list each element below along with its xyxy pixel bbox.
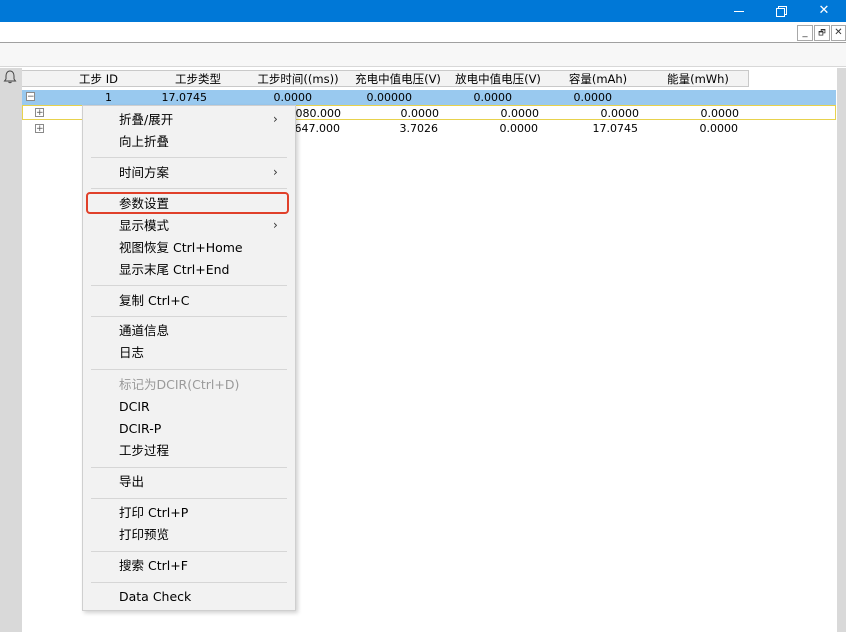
menu-item-copy[interactable]: 复制 Ctrl+C (119, 292, 189, 310)
submenu-arrow-icon: › (273, 218, 278, 232)
cell-capacity: 0.0000 (573, 91, 613, 104)
column-header-discharge-voltage[interactable]: 放电中值电压(V) (448, 70, 549, 87)
cell-step-time: 0.0000 (273, 91, 313, 104)
collapse-icon[interactable]: − (26, 92, 35, 102)
menu-item-channel-info[interactable]: 通道信息 (119, 322, 169, 340)
cell-charge-voltage: 0.0000 (400, 107, 440, 120)
column-header-charge-voltage[interactable]: 充电中值电压(V) (348, 70, 449, 87)
close-icon: ✕ (818, 3, 830, 18)
menu-item-step-process[interactable]: 工步过程 (119, 442, 169, 460)
cell-discharge-voltage: 0.0000 (500, 107, 540, 120)
mdi-restore-button[interactable]: 🗗 (814, 25, 830, 41)
toolbar-strip-secondary (0, 43, 846, 67)
cell-charge-voltage: 0.00000 (366, 91, 413, 104)
close-button[interactable]: ✕ (801, 0, 846, 22)
menu-item-export[interactable]: 导出 (119, 473, 144, 491)
right-edge (837, 68, 846, 632)
cell-capacity: 17.0745 (592, 122, 639, 135)
menu-item-data-check[interactable]: Data Check (119, 588, 191, 606)
menu-item-fold-expand[interactable]: 折叠/展开 (119, 111, 173, 129)
cell-discharge-voltage: 0.0000 (473, 91, 513, 104)
menu-item-search[interactable]: 搜索 Ctrl+F (119, 557, 188, 575)
mdi-close-button[interactable]: ✕ (831, 25, 846, 41)
mdi-minimize-button[interactable]: _ (797, 25, 813, 41)
highlight-box (86, 192, 289, 214)
restore-icon-front (776, 8, 785, 17)
menu-separator (91, 188, 287, 189)
cell-energy: 0.0000 (699, 122, 739, 135)
cell-energy (652, 90, 712, 105)
menu-separator (91, 157, 287, 158)
expand-icon[interactable]: + (35, 124, 44, 134)
cell-step-id: 1 (105, 91, 112, 104)
menu-separator (91, 582, 287, 583)
table-row[interactable]: − 1 17.0745 0.0000 0.00000 0.0000 0.0000 (22, 90, 836, 105)
header-corner (22, 70, 50, 87)
context-menu: 折叠/展开 › 向上折叠 时间方案 › 参数设置 显示模式 › 视图恢复 Ctr… (82, 105, 296, 611)
menu-item-mark-dcir: 标记为DCIR(Ctrl+D) (119, 377, 240, 392)
column-header-step-type[interactable]: 工步类型 (148, 70, 249, 87)
menu-separator (91, 369, 287, 370)
column-header-capacity[interactable]: 容量(mAh) (548, 70, 649, 87)
menu-separator (91, 498, 287, 499)
mdi-restore-icon: 🗗 (818, 28, 826, 37)
minimize-icon (734, 11, 744, 12)
menu-item-fold-up[interactable]: 向上折叠 (119, 133, 169, 151)
title-bar: ✕ (0, 0, 846, 22)
menu-separator (91, 316, 287, 317)
toolbar-strip (0, 22, 846, 43)
menu-item-view-restore[interactable]: 视图恢复 Ctrl+Home (119, 239, 243, 257)
mdi-minimize-icon: _ (802, 27, 808, 38)
menu-item-dcir[interactable]: DCIR (119, 398, 150, 416)
menu-item-print[interactable]: 打印 Ctrl+P (119, 504, 188, 522)
menu-item-show-end[interactable]: 显示末尾 Ctrl+End (119, 261, 229, 279)
menu-item-print-preview[interactable]: 打印预览 (119, 526, 169, 544)
column-header-energy[interactable]: 能量(mWh) (648, 70, 749, 87)
submenu-arrow-icon: › (273, 112, 278, 126)
menu-item-log[interactable]: 日志 (119, 344, 144, 362)
cell-discharge-voltage: 0.0000 (499, 122, 539, 135)
menu-separator (91, 285, 287, 286)
submenu-arrow-icon: › (273, 165, 278, 179)
bell-icon[interactable] (3, 70, 17, 87)
cell-step-type: 17.0745 (161, 91, 208, 104)
menu-item-time-scheme[interactable]: 时间方案 (119, 164, 169, 182)
column-header-step-time[interactable]: 工步时间((ms)) (248, 70, 349, 87)
cell-energy: 0.0000 (700, 107, 740, 120)
column-header-step-id[interactable]: 工步 ID (49, 70, 149, 87)
mdi-close-icon: ✕ (834, 27, 843, 38)
cell-charge-voltage: 3.7026 (399, 122, 439, 135)
cell-capacity: 0.0000 (600, 107, 640, 120)
menu-item-dcir-p[interactable]: DCIR-P (119, 420, 161, 438)
menu-separator (91, 467, 287, 468)
menu-item-param-settings[interactable]: 参数设置 (119, 195, 169, 213)
maximize-button[interactable] (757, 0, 803, 22)
minimize-button[interactable] (715, 0, 761, 22)
left-gutter (0, 68, 22, 632)
menu-separator (91, 551, 287, 552)
menu-item-display-mode[interactable]: 显示模式 (119, 217, 169, 235)
expand-icon[interactable]: + (35, 108, 44, 118)
